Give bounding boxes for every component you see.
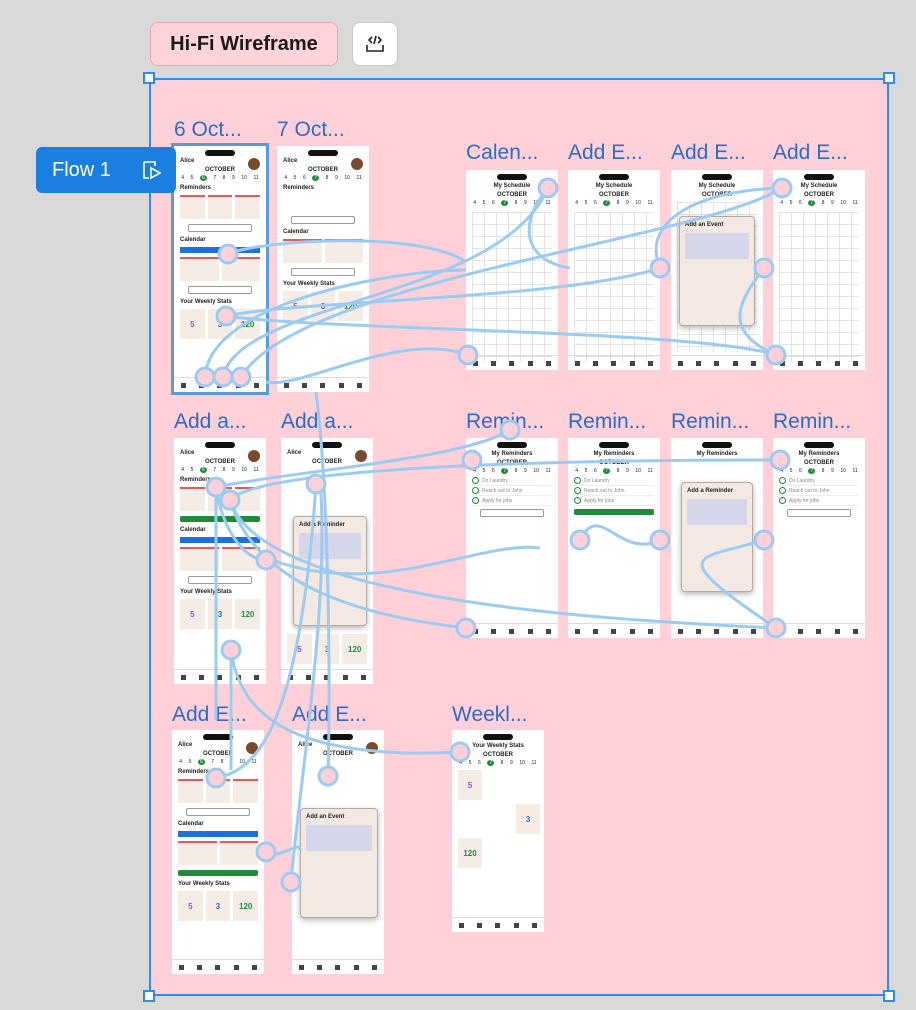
frame-reminders-2[interactable]: My Reminders OCTOBER 4 5 6 7 8 9 10 11 Do Laund… (568, 438, 660, 638)
frame-add-event-2[interactable]: My Schedule OCTOBER Add an Event (671, 170, 763, 370)
avatar (366, 742, 378, 754)
avatar (351, 158, 363, 170)
avatar (248, 450, 260, 462)
frame-label[interactable]: Add E... (172, 703, 247, 727)
frame-label[interactable]: 7 Oct... (277, 118, 345, 142)
frame-add-event-3[interactable]: My Schedule OCTOBER 4 5 6 7 8 9 10 11 (773, 170, 865, 370)
frame-reminders-1[interactable]: My Reminders OCTOBER 4 5 6 7 8 9 10 11 Do Laund… (466, 438, 558, 638)
flow-play-icon (143, 161, 162, 180)
resize-handle-tl[interactable] (143, 72, 155, 84)
frame-label[interactable]: Remin... (773, 410, 851, 434)
frame-label[interactable]: Remin... (466, 410, 544, 434)
section-tag[interactable]: Hi-Fi Wireframe (150, 22, 338, 66)
code-brackets-icon (366, 35, 384, 52)
frame-home-7oct[interactable]: Alice OCTOBER 4 5 6 7 8 9 10 11 Reminders Calen… (277, 146, 369, 392)
frame-weekly-stats[interactable]: Your Weekly Stats OCTOBER 4 5 6 7 8 9 10 11 5 3… (452, 730, 544, 932)
frame-label[interactable]: Add a... (174, 410, 246, 434)
frame-reminders-3[interactable]: My Reminders Add a Reminder (671, 438, 763, 638)
frame-label[interactable]: Remin... (568, 410, 646, 434)
frame-calendar[interactable]: My Schedule OCTOBER 4 5 6 7 8 9 10 11 (466, 170, 558, 370)
frame-label[interactable]: Add a... (281, 410, 353, 434)
avatar (246, 742, 258, 754)
frame-add-a-1[interactable]: Alice OCTOBER 4 5 6 7 8 9 10 11 Reminders Calen… (174, 438, 266, 684)
frame-add-event-1[interactable]: My Schedule OCTOBER 4 5 6 7 8 9 10 11 (568, 170, 660, 370)
avatar (248, 158, 260, 170)
frame-label[interactable]: Weekl... (452, 703, 527, 727)
frame-label[interactable]: Add E... (292, 703, 367, 727)
frame-label[interactable]: 6 Oct... (174, 118, 242, 142)
frame-label[interactable]: Calen... (466, 141, 538, 165)
avatar (355, 450, 367, 462)
frame-add-event-5[interactable]: Alice OCTOBER Add an Event (292, 730, 384, 974)
frame-reminders-4[interactable]: My Reminders OCTOBER 4 5 6 7 8 9 10 11 Do Laund… (773, 438, 865, 638)
frame-label[interactable]: Add E... (773, 141, 848, 165)
resize-handle-br[interactable] (883, 990, 895, 1002)
frame-add-event-4[interactable]: Alice OCTOBER 4 5 6 7 8 9 10 11 Reminders Calen… (172, 730, 264, 974)
frame-label[interactable]: Remin... (671, 410, 749, 434)
frame-label[interactable]: Add E... (671, 141, 746, 165)
frame-label[interactable]: Add E... (568, 141, 643, 165)
resize-handle-bl[interactable] (143, 990, 155, 1002)
resize-handle-tr[interactable] (883, 72, 895, 84)
frame-home-6oct[interactable]: Alice OCTOBER 4 5 6 7 8 9 10 11 Reminders Calen… (171, 143, 269, 395)
dev-mode-button[interactable] (352, 22, 398, 66)
flow-start-badge[interactable]: Flow 1 (36, 147, 176, 193)
frame-add-a-2[interactable]: Alice OCTOBER Add a Reminder 5 3 120 (281, 438, 373, 684)
